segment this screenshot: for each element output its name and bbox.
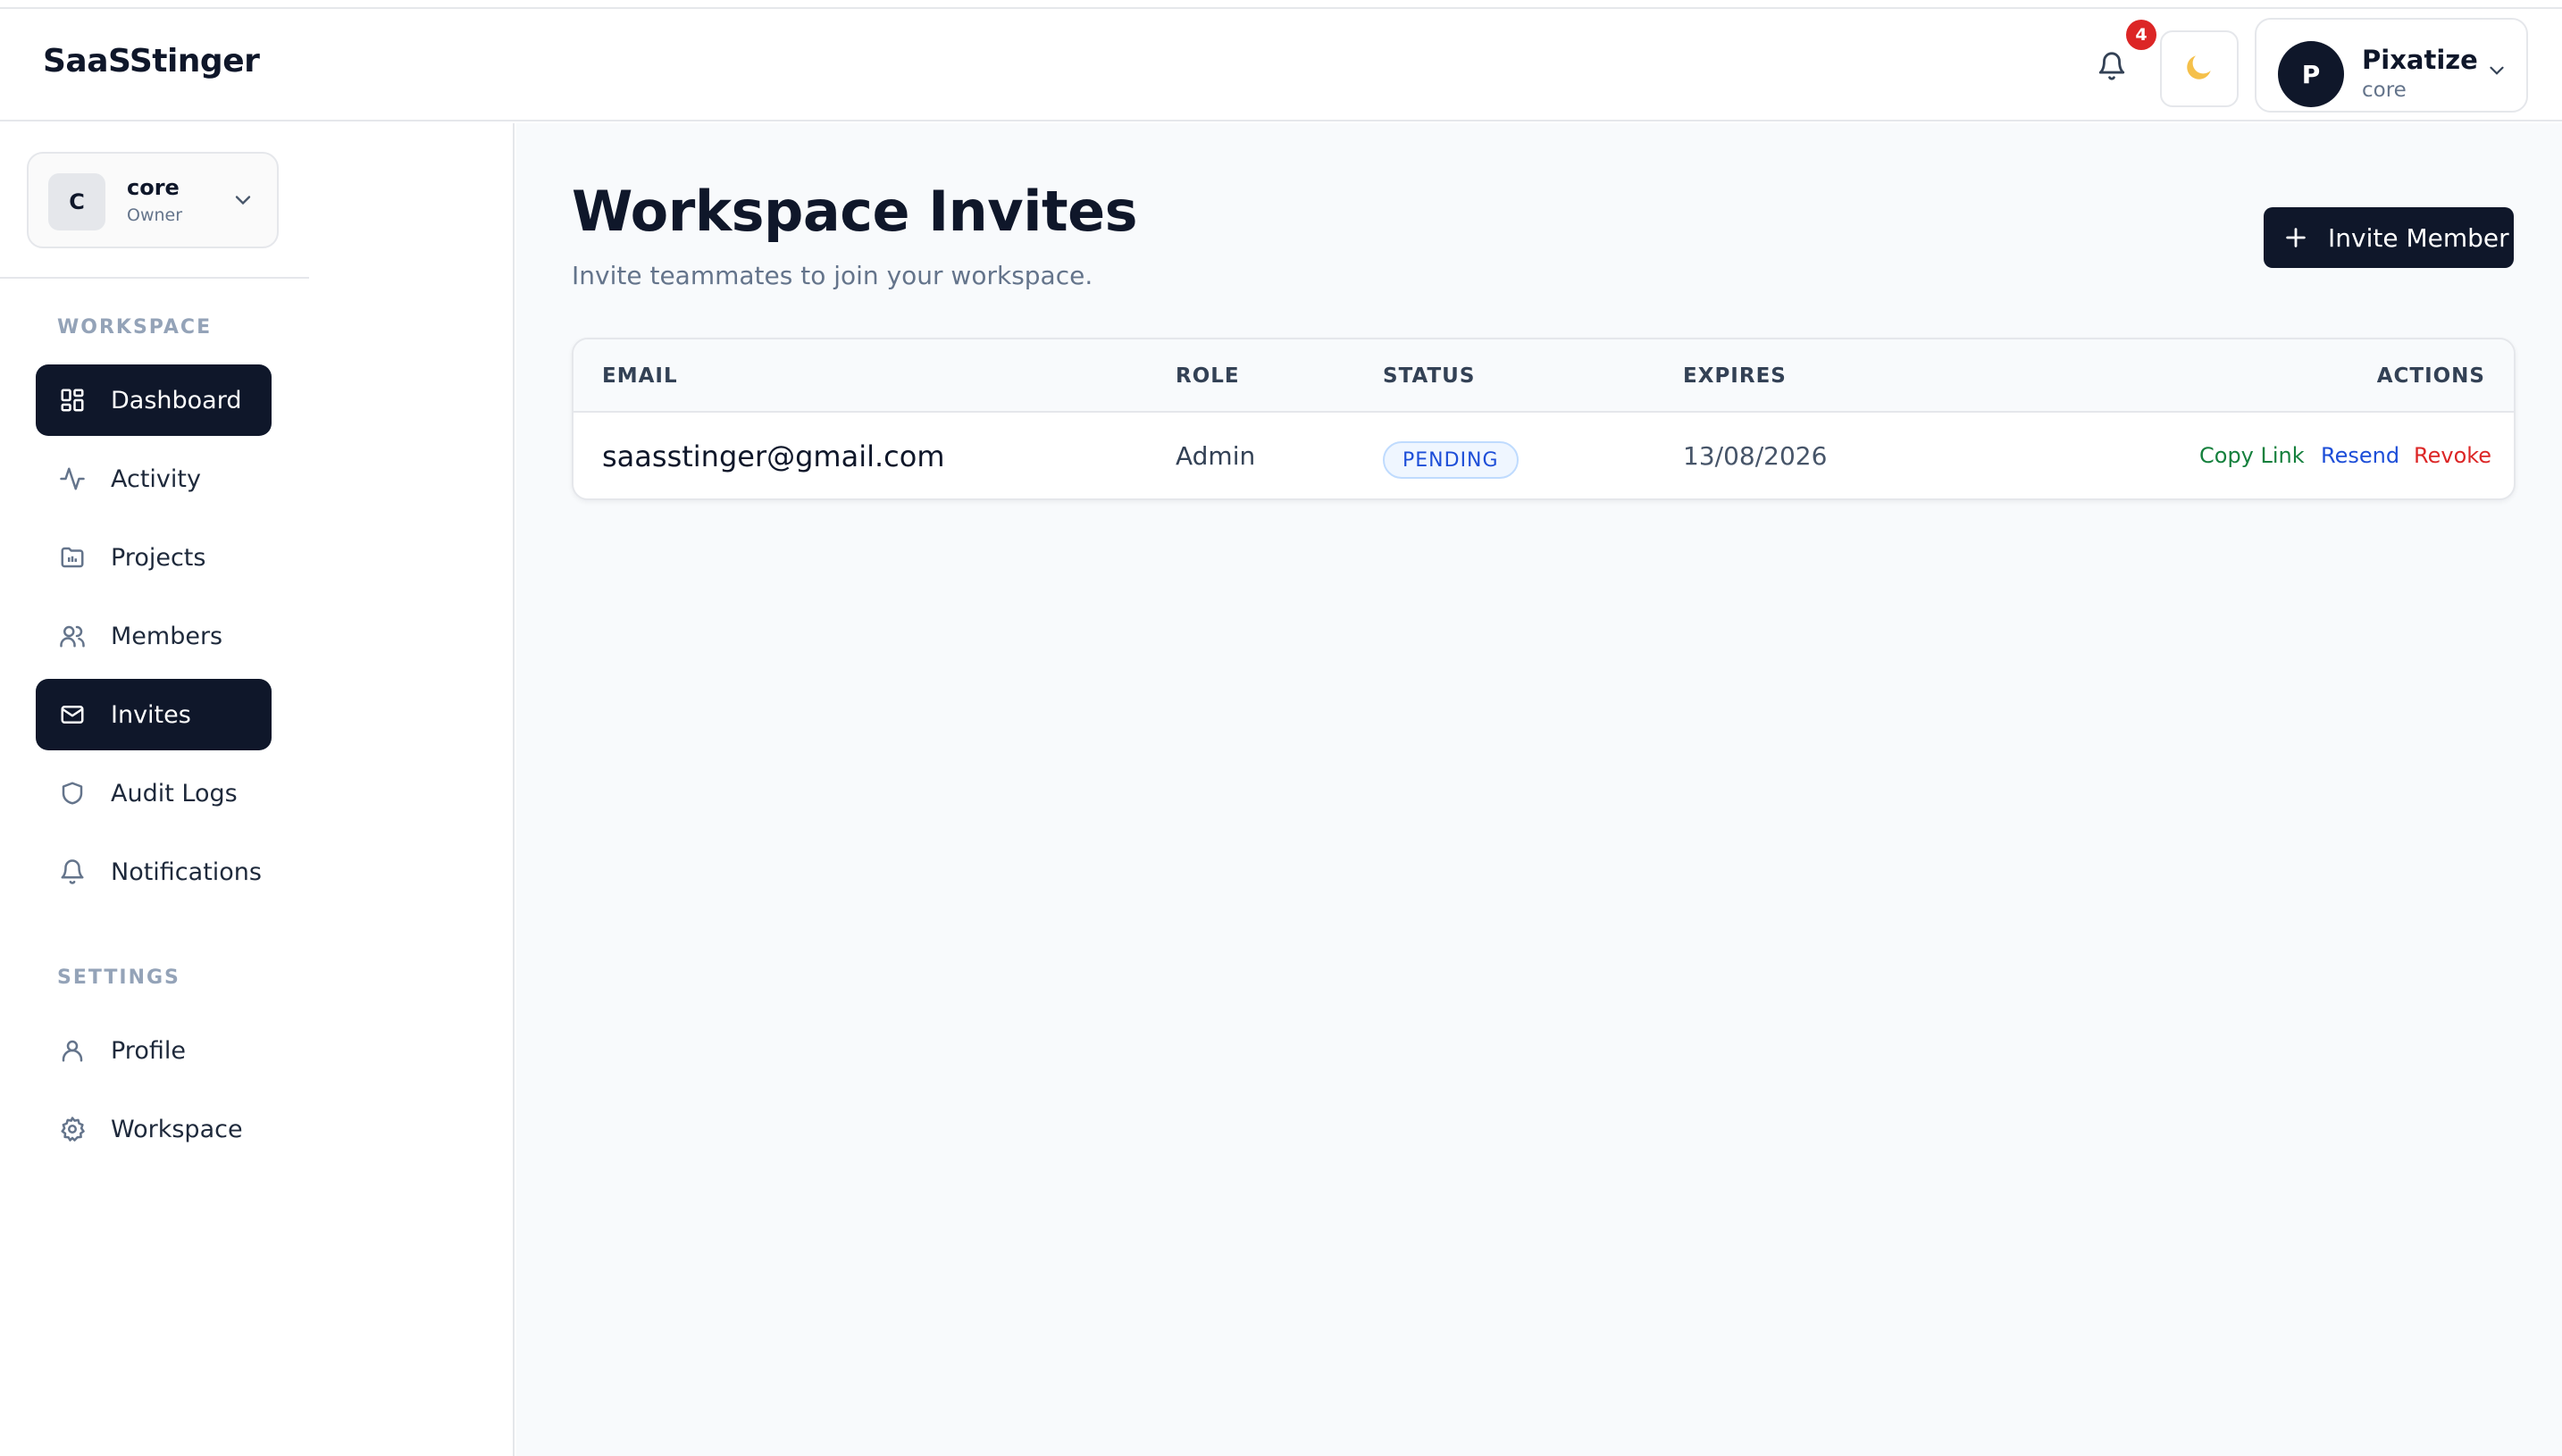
copy-link-button[interactable]: Copy Link [2199,443,2305,468]
resend-button[interactable]: Resend [2321,443,2399,468]
section-label-workspace: WORKSPACE [57,316,213,339]
moon-icon [2182,50,2216,88]
status-badge: PENDING [1383,441,1519,479]
users-icon [57,621,88,651]
bell-icon [57,857,88,887]
folder-icon [57,542,88,573]
activity-icon [57,464,88,494]
revoke-button[interactable]: Revoke [2414,443,2491,468]
mail-icon [57,699,88,730]
notifications-button[interactable] [2087,43,2137,93]
user-name: Pixatize [2362,45,2478,75]
sidebar-item-notifications[interactable]: Notifications [36,836,272,908]
sidebar-item-label: Invites [111,700,191,729]
grid-icon [57,385,88,415]
bell-icon [2097,51,2127,85]
sidebar-item-label: Activity [111,464,201,493]
notification-count-badge: 4 [2126,20,2156,50]
column-header-role: ROLE [1176,364,1240,388]
user-workspace: core [2362,79,2407,102]
theme-toggle-button[interactable] [2160,30,2239,107]
sidebar-item-label: Profile [111,1036,186,1065]
section-label-settings: SETTINGS [57,966,180,989]
sidebar-item-audit-logs[interactable]: Audit Logs [36,757,272,829]
gear-icon [57,1114,88,1144]
table-header: EMAIL ROLE STATUS EXPIRES ACTIONS [574,339,2514,413]
invite-member-label: Invite Member [2328,222,2509,253]
page-title: Workspace Invites [572,179,1138,244]
sidebar-item-projects[interactable]: Projects [36,522,272,593]
sidebar-item-members[interactable]: Members [36,600,272,672]
chevron-down-icon [2485,59,2508,86]
workspace-role: Owner [127,205,183,225]
invite-expires: 13/08/2026 [1683,441,1828,471]
top-border [0,0,2562,9]
workspace-name: core [127,175,180,200]
invite-email: saasstinger@gmail.com [602,439,945,473]
column-header-status: STATUS [1383,364,1476,388]
sidebar-item-invites[interactable]: Invites [36,679,272,750]
table-row: saasstinger@gmail.com Admin PENDING 13/0… [574,414,2514,498]
chevron-down-icon [230,188,255,216]
main-content: Workspace Invites Invite teammates to jo… [516,123,2562,1456]
sidebar: C core Owner WORKSPACE Dashboard Activit… [0,123,515,1456]
brand-logo[interactable]: SaaSStinger [43,43,260,79]
page-subtitle: Invite teammates to join your workspace. [572,261,1093,290]
workspace-avatar: C [48,173,105,230]
plus-icon [2283,225,2308,250]
column-header-actions: ACTIONS [2376,364,2485,388]
user-menu-button[interactable]: P Pixatize core [2255,18,2528,113]
invites-table: EMAIL ROLE STATUS EXPIRES ACTIONS saasst… [572,338,2516,500]
sidebar-divider [0,277,309,279]
sidebar-item-profile[interactable]: Profile [36,1015,272,1086]
shield-icon [57,778,88,808]
sidebar-item-activity[interactable]: Activity [36,443,272,515]
sidebar-item-dashboard[interactable]: Dashboard [36,364,272,436]
sidebar-item-label: Audit Logs [111,779,238,807]
column-header-expires: EXPIRES [1683,364,1787,388]
sidebar-item-workspace-settings[interactable]: Workspace [36,1093,272,1165]
column-header-email: EMAIL [602,364,678,388]
sidebar-item-label: Members [111,622,223,650]
top-header: SaaSStinger 4 P Pixatize core [0,9,2562,121]
sidebar-item-label: Workspace [111,1115,243,1143]
sidebar-item-label: Projects [111,543,206,572]
workspace-switcher[interactable]: C core Owner [27,152,279,248]
user-icon [57,1035,88,1066]
invite-member-button[interactable]: Invite Member [2264,207,2514,268]
sidebar-item-label: Dashboard [111,386,242,414]
invite-role: Admin [1176,441,1256,471]
sidebar-item-label: Notifications [111,858,262,886]
avatar: P [2278,41,2344,107]
